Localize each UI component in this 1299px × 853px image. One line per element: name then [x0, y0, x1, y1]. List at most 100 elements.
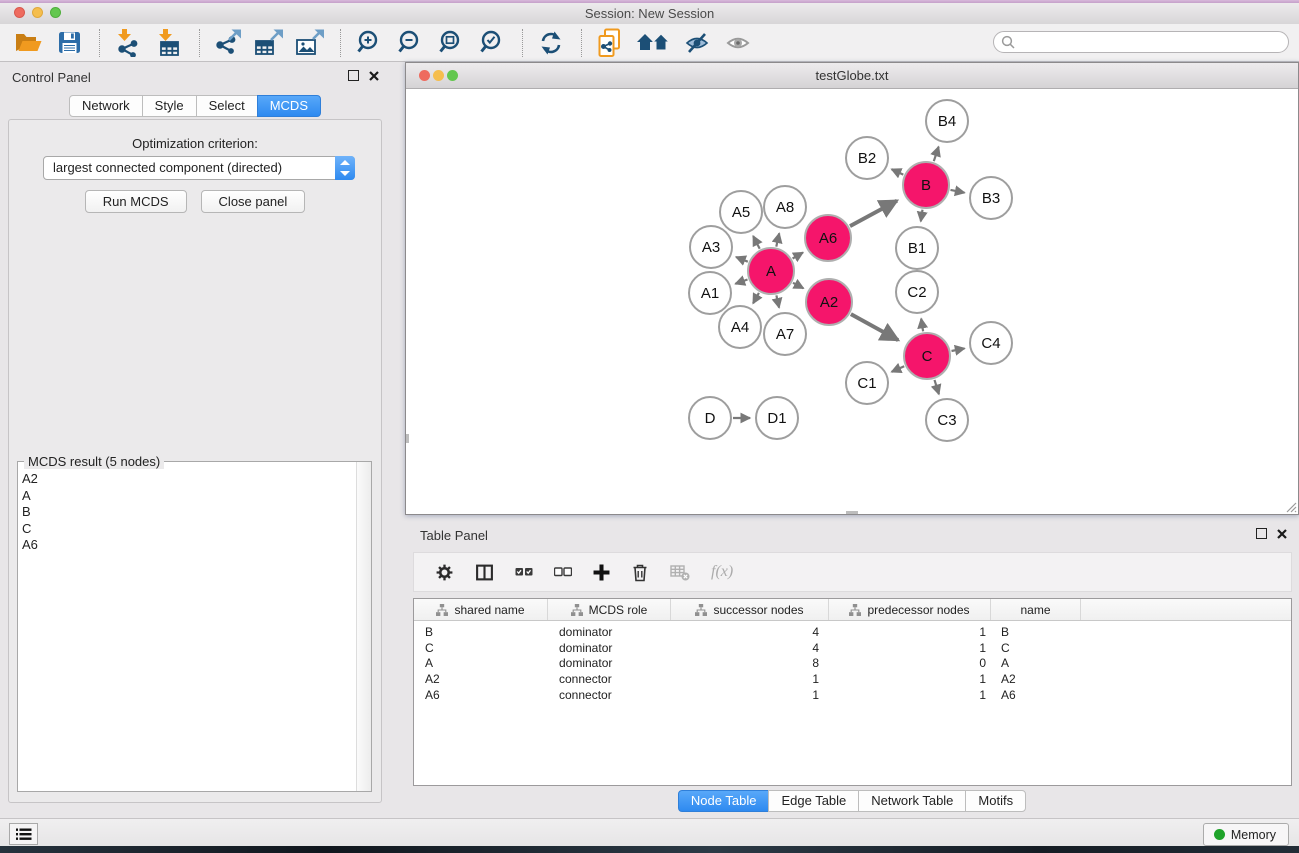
horizontal-scroll-mark[interactable] — [846, 511, 858, 514]
table-row[interactable]: Bdominator41B — [414, 624, 1291, 640]
edge-A-A3[interactable] — [736, 257, 748, 262]
control-tab-network[interactable]: Network — [69, 95, 143, 117]
column-header-successor-nodes[interactable]: successor nodes — [671, 599, 829, 620]
import-table-icon[interactable] — [153, 27, 185, 59]
search-field[interactable] — [993, 31, 1289, 53]
edge-B-B1[interactable] — [921, 210, 923, 222]
table-cell[interactable]: dominator — [548, 656, 671, 670]
table-cell[interactable]: A — [991, 656, 1081, 670]
table-tab-node-table[interactable]: Node Table — [678, 790, 770, 812]
search-input[interactable] — [1015, 34, 1288, 50]
network-graph[interactable]: B4B2BB3A8A5A6A3B1AC2A1A2A4A7C4CC1DD1C3 — [406, 89, 1298, 515]
function-builder-icon[interactable]: f(x) — [711, 563, 733, 581]
table-tab-motifs[interactable]: Motifs — [965, 790, 1026, 812]
edge-A-A4[interactable] — [753, 293, 759, 304]
import-network-icon[interactable] — [112, 27, 144, 59]
table-cell[interactable]: dominator — [548, 625, 671, 639]
table-cell[interactable]: 8 — [671, 656, 829, 670]
table-cell[interactable]: C — [414, 641, 548, 655]
optimization-criterion-dropdown[interactable]: largest connected component (directed) — [43, 156, 355, 180]
add-column-icon[interactable] — [593, 564, 610, 581]
table-row[interactable]: Cdominator41C — [414, 640, 1291, 656]
float-panel-icon[interactable] — [1256, 528, 1267, 539]
edge-A6-B[interactable] — [850, 201, 897, 226]
table-cell[interactable]: A6 — [991, 688, 1081, 702]
select-all-checkboxes-icon[interactable] — [515, 566, 533, 578]
table-cell[interactable]: A2 — [991, 672, 1081, 686]
table-tab-edge-table[interactable]: Edge Table — [768, 790, 859, 812]
export-table-icon[interactable] — [253, 27, 285, 59]
toggle-column-panel-icon[interactable] — [475, 563, 494, 582]
run-mcds-button[interactable]: Run MCDS — [85, 190, 187, 213]
table-tab-network-table[interactable]: Network Table — [858, 790, 966, 812]
table-cell[interactable]: A — [414, 656, 548, 670]
edge-A-A1[interactable] — [735, 280, 747, 284]
task-history-button[interactable] — [9, 823, 38, 845]
column-header-predecessor-nodes[interactable]: predecessor nodes — [829, 599, 991, 620]
edge-B-B2[interactable] — [892, 169, 904, 174]
table-cell[interactable]: C — [991, 641, 1081, 655]
refresh-icon[interactable] — [535, 27, 567, 59]
table-cell[interactable]: 4 — [671, 641, 829, 655]
table-cell[interactable]: 1 — [671, 672, 829, 686]
table-cell[interactable]: 0 — [829, 656, 991, 670]
table-cell[interactable]: 1 — [829, 625, 991, 639]
home-layout-icon[interactable] — [635, 27, 673, 59]
control-tab-style[interactable]: Style — [142, 95, 197, 117]
show-panel-eye-icon[interactable] — [723, 27, 755, 59]
edge-A-A6[interactable] — [793, 253, 803, 259]
table-cell[interactable]: B — [991, 625, 1081, 639]
save-session-icon[interactable] — [53, 27, 85, 59]
table-cell[interactable]: 1 — [829, 672, 991, 686]
delete-table-icon[interactable] — [670, 564, 690, 581]
settings-gear-icon[interactable] — [435, 563, 454, 582]
zoom-fit-icon[interactable] — [435, 27, 467, 59]
table-cell[interactable]: dominator — [548, 641, 671, 655]
network-window-titlebar[interactable]: testGlobe.txt — [406, 63, 1298, 89]
edge-C-C1[interactable] — [892, 366, 905, 372]
column-header-shared-name[interactable]: shared name — [414, 599, 548, 620]
result-item[interactable]: A — [22, 488, 353, 505]
mcds-result-list[interactable]: A2ABCA6 — [22, 471, 353, 554]
result-item[interactable]: B — [22, 504, 353, 521]
column-header-MCDS-role[interactable]: MCDS role — [548, 599, 671, 620]
edge-A-A7[interactable] — [776, 295, 779, 307]
column-header-name[interactable]: name — [991, 599, 1081, 620]
resize-grip-icon[interactable] — [1284, 500, 1297, 513]
table-cell[interactable]: 1 — [829, 688, 991, 702]
edge-C-C2[interactable] — [921, 319, 923, 332]
float-panel-icon[interactable] — [348, 70, 359, 81]
zoom-selected-icon[interactable] — [476, 27, 508, 59]
result-item[interactable]: C — [22, 521, 353, 538]
table-cell[interactable]: A6 — [414, 688, 548, 702]
export-image-icon[interactable] — [294, 27, 326, 59]
close-panel-icon[interactable] — [369, 71, 379, 81]
result-list-scrollbar[interactable] — [356, 462, 371, 791]
table-cell[interactable]: 1 — [829, 641, 991, 655]
memory-button[interactable]: Memory — [1203, 823, 1289, 846]
export-network-icon[interactable] — [212, 27, 244, 59]
table-cell[interactable]: 4 — [671, 625, 829, 639]
zoom-in-icon[interactable] — [353, 27, 385, 59]
zoom-out-icon[interactable] — [394, 27, 426, 59]
table-cell[interactable]: 1 — [671, 688, 829, 702]
table-cell[interactable]: B — [414, 625, 548, 639]
node-table[interactable]: shared nameMCDS rolesuccessor nodesprede… — [413, 598, 1292, 786]
result-item[interactable]: A6 — [22, 537, 353, 554]
table-row[interactable]: A2connector11A2 — [414, 671, 1291, 687]
table-row[interactable]: A6connector11A6 — [414, 687, 1291, 703]
edge-A-A5[interactable] — [753, 236, 760, 249]
close-panel-button[interactable]: Close panel — [201, 190, 306, 213]
edge-A-A2[interactable] — [793, 283, 803, 289]
edge-A2-C[interactable] — [851, 314, 898, 340]
table-cell[interactable]: connector — [548, 688, 671, 702]
edge-C-C4[interactable] — [952, 348, 965, 351]
open-file-icon[interactable] — [12, 27, 44, 59]
table-cell[interactable]: A2 — [414, 672, 548, 686]
deselect-all-checkboxes-icon[interactable] — [554, 566, 572, 578]
table-cell[interactable]: connector — [548, 672, 671, 686]
control-tab-select[interactable]: Select — [196, 95, 258, 117]
edge-B-B3[interactable] — [951, 190, 965, 193]
hide-panel-eye-icon[interactable] — [682, 27, 714, 59]
result-item[interactable]: A2 — [22, 471, 353, 488]
